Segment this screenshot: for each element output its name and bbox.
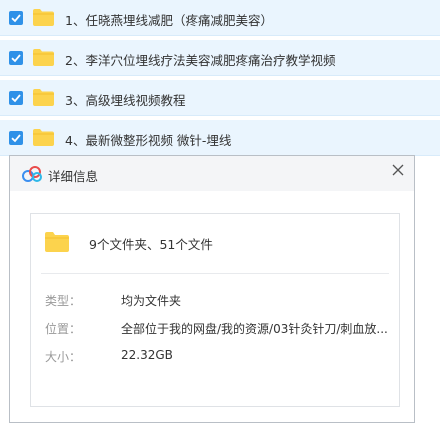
- file-row[interactable]: 1、任晓燕埋线减肥（疼痛减肥美容）: [0, 0, 440, 36]
- checkbox-checked[interactable]: [9, 91, 23, 105]
- folder-icon: [45, 232, 69, 252]
- cloud-logo-icon: [21, 166, 43, 182]
- divider: [41, 273, 389, 274]
- file-row[interactable]: 3、高级埋线视频教程: [0, 80, 440, 116]
- file-row[interactable]: 2、李洋穴位埋线疗法美容减肥疼痛治疗教学视频: [0, 40, 440, 76]
- size-label: 大小：: [45, 350, 82, 364]
- dialog-header[interactable]: 详细信息: [10, 156, 414, 191]
- folder-icon: [33, 89, 54, 106]
- info-panel: 9个文件夹、51个文件 类型： 均为文件夹 位置： 全部位于我的网盘/我的资源/…: [30, 213, 400, 407]
- location-value[interactable]: 全部位于我的网盘/我的资源/03针灸针刀/刺血放...: [121, 320, 388, 337]
- checkbox-checked[interactable]: [9, 11, 23, 25]
- file-name[interactable]: 3、高级埋线视频教程: [65, 90, 185, 109]
- close-icon[interactable]: [389, 161, 407, 179]
- details-dialog: 详细信息 9个文件夹、51个文件 类型： 均为文件夹 位置： 全部位于我的网盘/…: [9, 155, 415, 423]
- checkbox-checked[interactable]: [9, 51, 23, 65]
- file-name[interactable]: 4、最新微整形视频 微针-埋线: [65, 130, 231, 149]
- folder-icon: [33, 49, 54, 66]
- size-value: 22.32GB: [121, 348, 173, 362]
- file-name[interactable]: 1、任晓燕埋线减肥（疼痛减肥美容）: [65, 10, 273, 29]
- file-row[interactable]: 4、最新微整形视频 微针-埋线: [0, 120, 440, 156]
- checkbox-checked[interactable]: [9, 131, 23, 145]
- folder-icon: [33, 9, 54, 26]
- folder-icon: [33, 129, 54, 146]
- summary-text: 9个文件夹、51个文件: [89, 237, 213, 252]
- dialog-title: 详细信息: [48, 169, 99, 184]
- location-label: 位置：: [45, 322, 82, 336]
- file-name[interactable]: 2、李洋穴位埋线疗法美容减肥疼痛治疗教学视频: [65, 50, 335, 69]
- type-label: 类型：: [45, 294, 82, 308]
- type-value: 均为文件夹: [121, 294, 182, 308]
